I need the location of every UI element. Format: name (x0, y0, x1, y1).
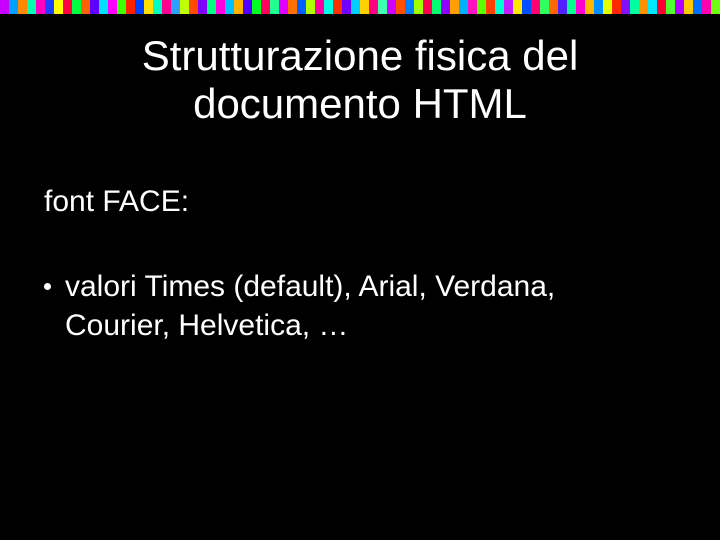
band-swatch (198, 0, 207, 14)
list-item: valori Times (default), Arial, Verdana, … (44, 267, 680, 345)
band-swatch (261, 0, 270, 14)
band-swatch (162, 0, 171, 14)
band-swatch (243, 0, 252, 14)
band-swatch (513, 0, 522, 14)
band-swatch (36, 0, 45, 14)
band-swatch (189, 0, 198, 14)
band-swatch (459, 0, 468, 14)
band-swatch (126, 0, 135, 14)
band-swatch (477, 0, 486, 14)
band-swatch (540, 0, 549, 14)
band-swatch (666, 0, 675, 14)
band-swatch (378, 0, 387, 14)
band-swatch (90, 0, 99, 14)
band-swatch (108, 0, 117, 14)
band-swatch (567, 0, 576, 14)
bullet-dot-icon (44, 283, 51, 290)
band-swatch (630, 0, 639, 14)
band-swatch (54, 0, 63, 14)
band-swatch (360, 0, 369, 14)
band-swatch (234, 0, 243, 14)
band-swatch (675, 0, 684, 14)
decorative-color-band (0, 0, 720, 14)
band-swatch (441, 0, 450, 14)
band-swatch (342, 0, 351, 14)
band-swatch (558, 0, 567, 14)
band-swatch (225, 0, 234, 14)
band-swatch (522, 0, 531, 14)
band-swatch (612, 0, 621, 14)
bullet-list: valori Times (default), Arial, Verdana, … (44, 267, 680, 345)
band-swatch (387, 0, 396, 14)
band-swatch (81, 0, 90, 14)
band-swatch (153, 0, 162, 14)
band-swatch (405, 0, 414, 14)
band-swatch (648, 0, 657, 14)
band-swatch (594, 0, 603, 14)
band-swatch (693, 0, 702, 14)
band-swatch (423, 0, 432, 14)
band-swatch (504, 0, 513, 14)
band-swatch (621, 0, 630, 14)
band-swatch (684, 0, 693, 14)
band-swatch (117, 0, 126, 14)
band-swatch (432, 0, 441, 14)
band-swatch (603, 0, 612, 14)
band-swatch (531, 0, 540, 14)
band-swatch (315, 0, 324, 14)
band-swatch (297, 0, 306, 14)
band-swatch (72, 0, 81, 14)
band-swatch (45, 0, 54, 14)
band-swatch (216, 0, 225, 14)
band-swatch (396, 0, 405, 14)
slide-subheading: font FACE: (44, 185, 680, 219)
band-swatch (270, 0, 279, 14)
band-swatch (288, 0, 297, 14)
band-swatch (585, 0, 594, 14)
slide-title: Strutturazione fisica del documento HTML (50, 32, 670, 129)
band-swatch (99, 0, 108, 14)
band-swatch (135, 0, 144, 14)
band-swatch (576, 0, 585, 14)
band-swatch (549, 0, 558, 14)
band-swatch (18, 0, 27, 14)
band-swatch (414, 0, 423, 14)
band-swatch (171, 0, 180, 14)
band-swatch (351, 0, 360, 14)
band-swatch (495, 0, 504, 14)
band-swatch (207, 0, 216, 14)
band-swatch (144, 0, 153, 14)
band-swatch (180, 0, 189, 14)
band-swatch (279, 0, 288, 14)
band-swatch (711, 0, 720, 14)
band-swatch (324, 0, 333, 14)
band-swatch (0, 0, 9, 14)
band-swatch (27, 0, 36, 14)
band-swatch (252, 0, 261, 14)
slide-body: Strutturazione fisica del documento HTML… (0, 14, 720, 345)
band-swatch (450, 0, 459, 14)
band-swatch (369, 0, 378, 14)
band-swatch (702, 0, 711, 14)
band-swatch (63, 0, 72, 14)
band-swatch (639, 0, 648, 14)
band-swatch (333, 0, 342, 14)
band-swatch (306, 0, 315, 14)
bullet-text: valori Times (default), Arial, Verdana, … (65, 267, 665, 345)
band-swatch (468, 0, 477, 14)
band-swatch (9, 0, 18, 14)
band-swatch (657, 0, 666, 14)
band-swatch (486, 0, 495, 14)
